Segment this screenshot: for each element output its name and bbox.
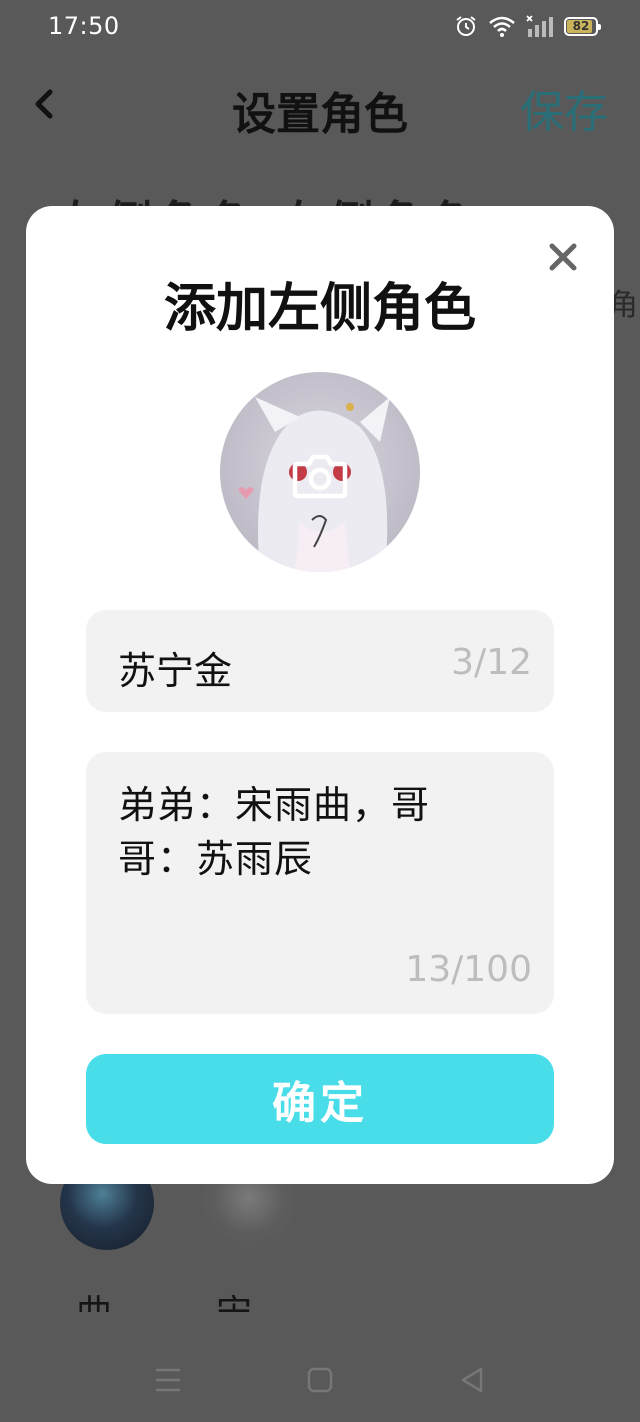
description-char-count: 13/100 [405,949,532,990]
battery-level: 82 [572,19,590,33]
camera-icon [292,454,348,499]
battery-icon: 82 [564,16,601,36]
alarm-icon [456,16,476,36]
character-name: 曲 [76,1284,112,1312]
nav-menu-button[interactable] [148,1362,188,1398]
page-header: 设置角色 保存 [0,56,640,156]
system-nav-bar [0,1340,640,1422]
home-icon [307,1367,333,1393]
role-description-value: 弟弟：宋雨曲，哥哥：苏雨辰 [118,783,431,881]
role-description-field[interactable]: 弟弟：宋雨曲，哥哥：苏雨辰 13/100 [86,752,554,1014]
confirm-button[interactable]: 确定 [86,1054,554,1144]
role-name-field[interactable]: 苏宁金 3/12 [86,610,554,712]
menu-icon [156,1368,180,1392]
character-name: 宋 [216,1284,252,1312]
nav-back-button[interactable] [452,1362,492,1398]
signal-icon [526,15,553,37]
status-icons: 82 [454,14,601,38]
add-role-dialog: 添加左侧角色 苏宁金 3/12 弟弟：宋雨曲，哥哥：苏雨辰 13/100 确定 [26,206,614,1184]
nav-home-button[interactable] [300,1362,340,1398]
wifi-icon [489,16,515,37]
back-icon [461,1367,483,1393]
avatar-upload[interactable] [220,372,420,572]
role-name-value: 苏宁金 [118,649,233,693]
dialog-title: 添加左侧角色 [163,279,476,339]
status-time: 17:50 [48,12,120,40]
save-button[interactable]: 保存 [520,76,608,140]
status-bar: 17:50 82 [0,0,640,56]
name-char-count: 3/12 [451,642,532,683]
